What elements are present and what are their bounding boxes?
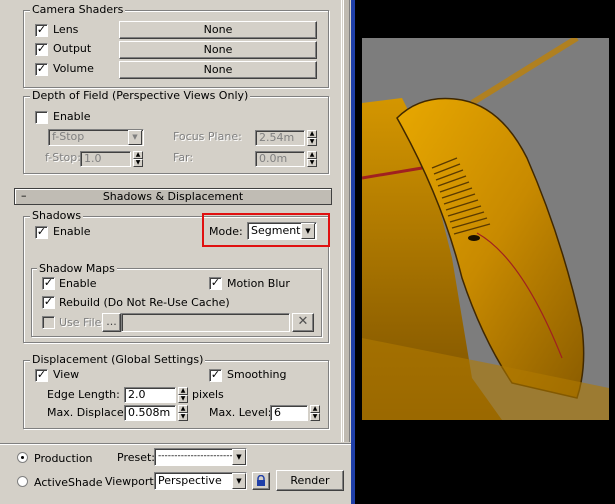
preset-chevron-down-icon[interactable]: ▼ [232, 449, 246, 465]
shadows-enable-checkbox[interactable]: ✓ [35, 226, 48, 239]
volume-label: Volume [53, 62, 94, 75]
production-label: Production [34, 452, 93, 465]
activeshade-radio[interactable] [17, 476, 28, 487]
rollout-scrollbar-thumb[interactable] [343, 0, 350, 442]
camera-shaders-title: Camera Shaders [30, 3, 126, 16]
render-settings-panel: Camera Shaders ✓ Lens None ✓ Output None… [0, 0, 351, 504]
max-displace-spinner[interactable]: ▲ ▼ [178, 405, 188, 421]
focus-plane-field[interactable]: 2.54m [255, 130, 305, 146]
dof-mode-chevron-down-icon[interactable]: ▼ [128, 130, 142, 145]
motion-blur-checkbox[interactable]: ✓ [209, 277, 222, 290]
use-file-checkbox[interactable] [42, 316, 55, 329]
shadows-title: Shadows [30, 209, 84, 222]
output-checkbox[interactable]: ✓ [35, 43, 48, 56]
edge-length-unit: pixels [192, 388, 224, 401]
use-file-browse-button[interactable]: ... [102, 313, 121, 332]
output-shader-button[interactable]: None [119, 41, 317, 59]
render-viewport [362, 38, 609, 420]
motion-blur-label: Motion Blur [227, 277, 290, 290]
use-file-path-field[interactable] [121, 313, 290, 332]
shadow-maps-enable-checkbox[interactable]: ✓ [42, 277, 55, 290]
use-file-label: Use File [59, 316, 102, 329]
shadow-maps-enable-label: Enable [59, 277, 97, 290]
edge-length-label: Edge Length: [47, 388, 120, 401]
shadow-mode-chevron-down-icon[interactable]: ▼ [301, 223, 315, 239]
viewport-lock-button[interactable] [252, 472, 270, 490]
rebuild-label: Rebuild (Do Not Re-Use Cache) [59, 296, 230, 309]
volume-checkbox[interactable]: ✓ [35, 63, 48, 76]
volume-shader-button[interactable]: None [119, 61, 317, 79]
lock-icon [257, 475, 265, 486]
max-displace-label: Max. Displace: [47, 406, 128, 419]
depth-of-field-title: Depth of Field (Perspective Views Only) [30, 89, 251, 102]
output-label: Output [53, 42, 92, 55]
dof-enable-checkbox[interactable] [35, 111, 48, 124]
rollout-title: Shadows & Displacement [102, 190, 244, 203]
rebuild-checkbox[interactable]: ✓ [42, 296, 55, 309]
smoothing-checkbox[interactable]: ✓ [209, 369, 222, 382]
far-label: Far: [173, 151, 194, 164]
max-level-field[interactable]: 6 [270, 405, 308, 421]
activeshade-label: ActiveShade [34, 476, 103, 489]
edge-length-field[interactable]: 2.0 [124, 387, 176, 403]
max-displace-field[interactable]: 0.508m [124, 405, 176, 421]
clear-file-close-icon[interactable]: ✕ [292, 313, 314, 332]
preset-label: Preset: [117, 451, 156, 464]
far-field[interactable]: 0.0m [255, 151, 305, 167]
displacement-title: Displacement (Global Settings) [30, 353, 206, 366]
rendered-car-hood-image [362, 38, 609, 420]
shadows-enable-label: Enable [53, 225, 91, 238]
displacement-view-label: View [53, 368, 80, 381]
lens-label: Lens [53, 23, 79, 36]
smoothing-label: Smoothing [227, 368, 287, 381]
fstop-spinner[interactable]: ▲ ▼ [133, 151, 143, 167]
fstop-label: f-Stop: [45, 151, 81, 164]
shadows-displacement-rollout-header[interactable]: – Shadows & Displacement [14, 188, 332, 205]
render-button[interactable]: Render [276, 470, 344, 491]
lens-shader-button[interactable]: None [119, 21, 317, 39]
max-level-spinner[interactable]: ▲ ▼ [310, 405, 320, 421]
far-spinner[interactable]: ▲ ▼ [307, 151, 317, 167]
displacement-view-checkbox[interactable]: ✓ [35, 369, 48, 382]
bottom-separator [0, 443, 351, 445]
viewport-label: Viewport: [105, 475, 158, 488]
panel-border [351, 0, 355, 504]
shadow-maps-title: Shadow Maps [37, 262, 117, 275]
viewport-chevron-down-icon[interactable]: ▼ [232, 473, 246, 489]
dof-enable-label: Enable [53, 110, 91, 123]
max-level-label: Max. Level: [209, 406, 272, 419]
lens-checkbox[interactable]: ✓ [35, 24, 48, 37]
fstop-field[interactable]: 1.0 [80, 151, 131, 167]
edge-length-spinner[interactable]: ▲ ▼ [178, 387, 188, 403]
production-radio[interactable] [17, 452, 28, 463]
focus-plane-label: Focus Plane: [173, 130, 242, 143]
shadow-mode-label: Mode: [209, 225, 243, 238]
focus-plane-spinner[interactable]: ▲ ▼ [307, 130, 317, 146]
